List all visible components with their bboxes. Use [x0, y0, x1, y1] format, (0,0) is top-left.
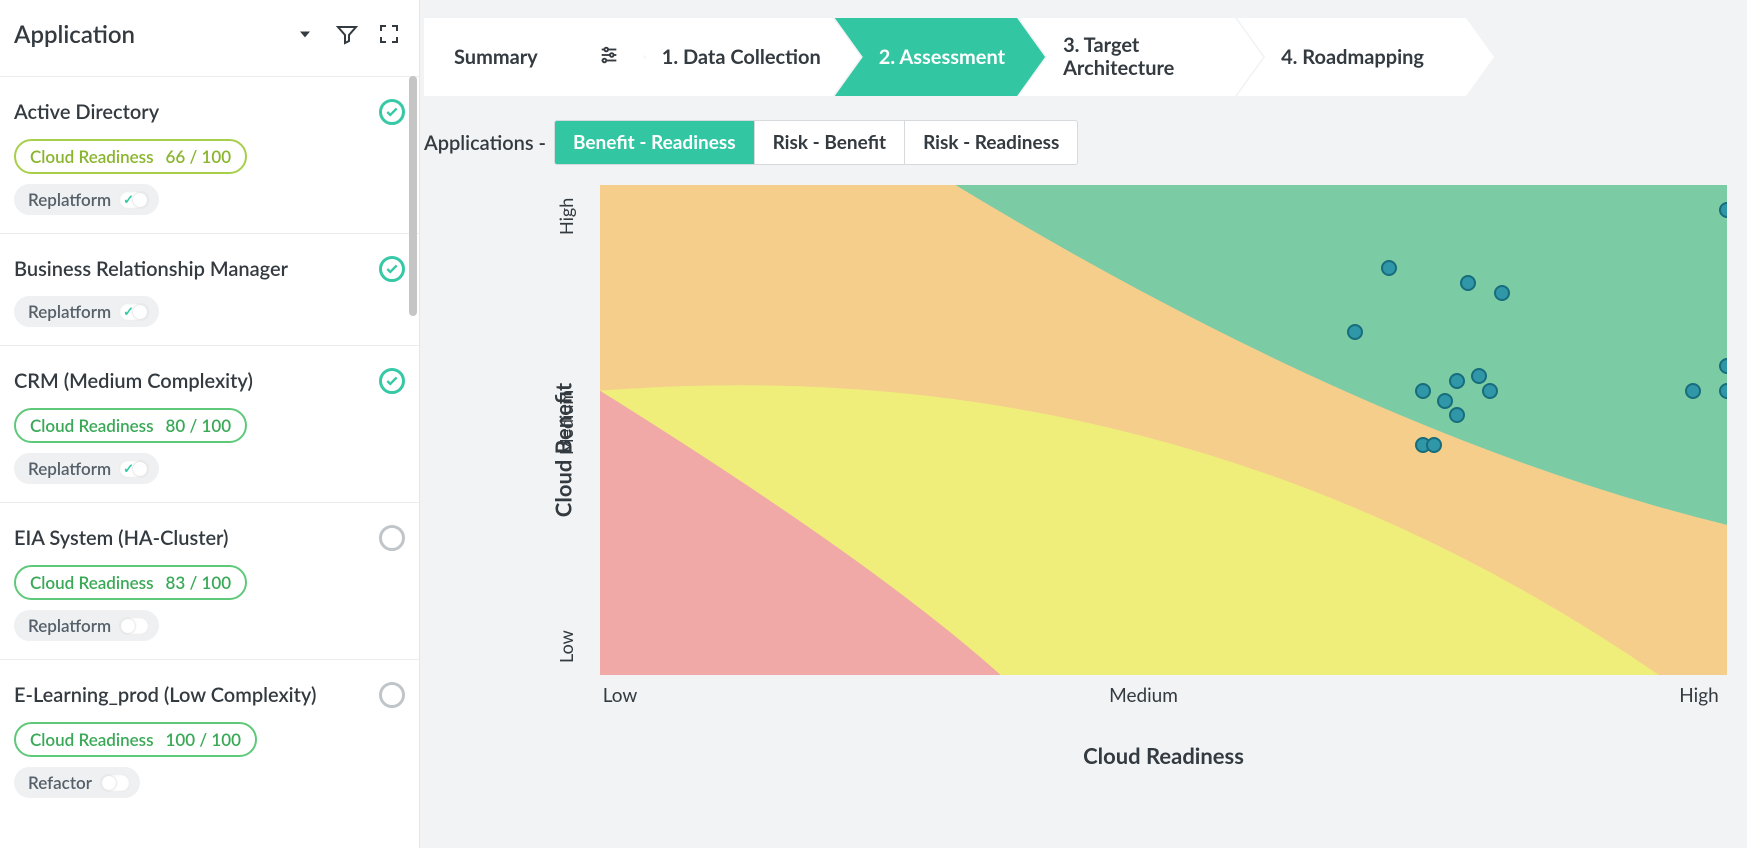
strategy-label: Refactor: [28, 772, 92, 793]
data-point[interactable]: [1437, 393, 1453, 409]
data-point[interactable]: [1471, 368, 1487, 384]
badge-row: Cloud Readiness 80 / 100 Replatform ✓: [14, 408, 405, 484]
strategy-toggle[interactable]: ✓: [119, 191, 149, 209]
step-data-collection[interactable]: 1. Data Collection: [618, 18, 861, 96]
chart-tabset: Benefit - Readiness Risk - Benefit Risk …: [554, 120, 1078, 165]
readiness-label: Cloud Readiness: [30, 415, 154, 436]
sidebar-scrollbar[interactable]: [409, 76, 417, 316]
data-point[interactable]: [1347, 324, 1363, 340]
strategy-badge: Refactor: [14, 767, 140, 798]
tab-risk-readiness[interactable]: Risk - Readiness: [905, 121, 1077, 164]
readiness-score: 83 / 100: [166, 572, 232, 593]
step-summary-label: Summary: [454, 45, 538, 69]
x-tick-high: High: [1679, 684, 1718, 707]
strategy-badge: Replatform ✓: [14, 184, 159, 215]
step-assessment[interactable]: 2. Assessment: [835, 18, 1045, 96]
status-checked-icon[interactable]: [379, 99, 405, 125]
sidebar-title: Application: [14, 20, 279, 49]
step-summary[interactable]: Summary: [424, 18, 644, 96]
application-item[interactable]: CRM (Medium Complexity) Cloud Readiness 80…: [0, 345, 419, 502]
filter-icon[interactable]: [331, 18, 363, 50]
application-name: EIA System (HA-Cluster): [14, 526, 228, 550]
readiness-label: Cloud Readiness: [30, 146, 154, 167]
x-tick-low: Low: [603, 684, 638, 707]
step-label: 2. Assessment: [879, 46, 1005, 69]
strategy-label: Replatform: [28, 458, 111, 479]
scatter-plot[interactable]: [600, 185, 1727, 675]
cloud-readiness-badge: Cloud Readiness 83 / 100: [14, 565, 247, 600]
application-name: Active Directory: [14, 100, 159, 124]
application-item[interactable]: E-Learning_prod (Low Complexity) Cloud Re…: [0, 659, 419, 816]
application-item[interactable]: EIA System (HA-Cluster) Cloud Readiness 83…: [0, 502, 419, 659]
readiness-score: 66 / 100: [166, 146, 232, 167]
strategy-badge: Replatform ✓: [14, 296, 159, 327]
step-roadmapping[interactable]: 4. Roadmapping: [1237, 18, 1494, 96]
chart-container: Cloud Benefit Low Medium High Low Medium…: [420, 185, 1747, 848]
strategy-label: Replatform: [28, 615, 111, 636]
y-tick-medium: Medium: [555, 390, 577, 455]
badge-row: Cloud Readiness 66 / 100 Replatform ✓: [14, 139, 405, 215]
data-point[interactable]: [1449, 407, 1465, 423]
step-target-architecture[interactable]: 3. Target Architecture: [1019, 18, 1263, 96]
badge-row: Cloud Readiness 100 / 100 Refactor: [14, 722, 405, 798]
cloud-readiness-badge: Cloud Readiness 66 / 100: [14, 139, 247, 174]
tab-risk-benefit[interactable]: Risk - Benefit: [755, 121, 905, 164]
data-point[interactable]: [1482, 383, 1498, 399]
data-point[interactable]: [1449, 373, 1465, 389]
expand-icon[interactable]: [373, 18, 405, 50]
status-unchecked-icon[interactable]: [379, 682, 405, 708]
x-tick-medium: Medium: [1109, 684, 1178, 707]
tab-benefit-readiness[interactable]: Benefit - Readiness: [555, 121, 755, 164]
status-checked-icon[interactable]: [379, 368, 405, 394]
strategy-toggle[interactable]: [119, 617, 149, 635]
step-label: 3. Target Architecture: [1063, 34, 1223, 80]
chart-tab-row: Applications - Benefit - Readiness Risk …: [420, 120, 1747, 165]
main-content: Summary 1. Data Collection 2. Assessment…: [420, 0, 1747, 848]
application-item[interactable]: Business Relationship Manager Replatform ✓: [0, 233, 419, 345]
readiness-label: Cloud Readiness: [30, 572, 154, 593]
strategy-badge: Replatform ✓: [14, 453, 159, 484]
step-label: 1. Data Collection: [662, 46, 821, 69]
cloud-readiness-badge: Cloud Readiness 80 / 100: [14, 408, 247, 443]
data-point[interactable]: [1426, 437, 1442, 453]
strategy-label: Replatform: [28, 189, 111, 210]
zone-background: [600, 185, 1727, 675]
application-item[interactable]: Active Directory Cloud Readiness 66 / 100 R…: [0, 76, 419, 233]
data-point[interactable]: [1494, 285, 1510, 301]
y-tick-high: High: [555, 198, 577, 235]
strategy-badge: Replatform: [14, 610, 159, 641]
application-list: Active Directory Cloud Readiness 66 / 100 R…: [0, 76, 419, 848]
readiness-label: Cloud Readiness: [30, 729, 154, 750]
strategy-label: Replatform: [28, 301, 111, 322]
x-axis-title: Cloud Readiness: [600, 742, 1727, 769]
sidebar-header: Application: [0, 0, 419, 76]
y-tick-low: Low: [555, 630, 577, 663]
workflow-stepper: Summary 1. Data Collection 2. Assessment…: [420, 18, 1747, 96]
data-point[interactable]: [1415, 383, 1431, 399]
status-unchecked-icon[interactable]: [379, 525, 405, 551]
strategy-toggle[interactable]: ✓: [119, 460, 149, 478]
sort-dropdown-icon[interactable]: [289, 18, 321, 50]
chart-tab-prefix: Applications -: [424, 131, 546, 155]
strategy-toggle[interactable]: ✓: [119, 303, 149, 321]
strategy-toggle[interactable]: [100, 774, 130, 792]
data-point[interactable]: [1460, 275, 1476, 291]
badge-row: Cloud Readiness 83 / 100 Replatform: [14, 565, 405, 641]
settings-icon[interactable]: [598, 44, 620, 71]
readiness-score: 80 / 100: [166, 415, 232, 436]
badge-row: Replatform ✓: [14, 296, 405, 327]
application-name: CRM (Medium Complexity): [14, 369, 253, 393]
chart-area: Cloud Benefit Low Medium High Low Medium…: [560, 185, 1727, 715]
step-label: 4. Roadmapping: [1281, 46, 1424, 69]
application-name: E-Learning_prod (Low Complexity): [14, 683, 316, 707]
data-point[interactable]: [1381, 260, 1397, 276]
status-checked-icon[interactable]: [379, 256, 405, 282]
application-sidebar: Application Active Directory Cloud Readin…: [0, 0, 420, 848]
readiness-score: 100 / 100: [166, 729, 241, 750]
data-point[interactable]: [1685, 383, 1701, 399]
application-name: Business Relationship Manager: [14, 257, 288, 281]
cloud-readiness-badge: Cloud Readiness 100 / 100: [14, 722, 257, 757]
